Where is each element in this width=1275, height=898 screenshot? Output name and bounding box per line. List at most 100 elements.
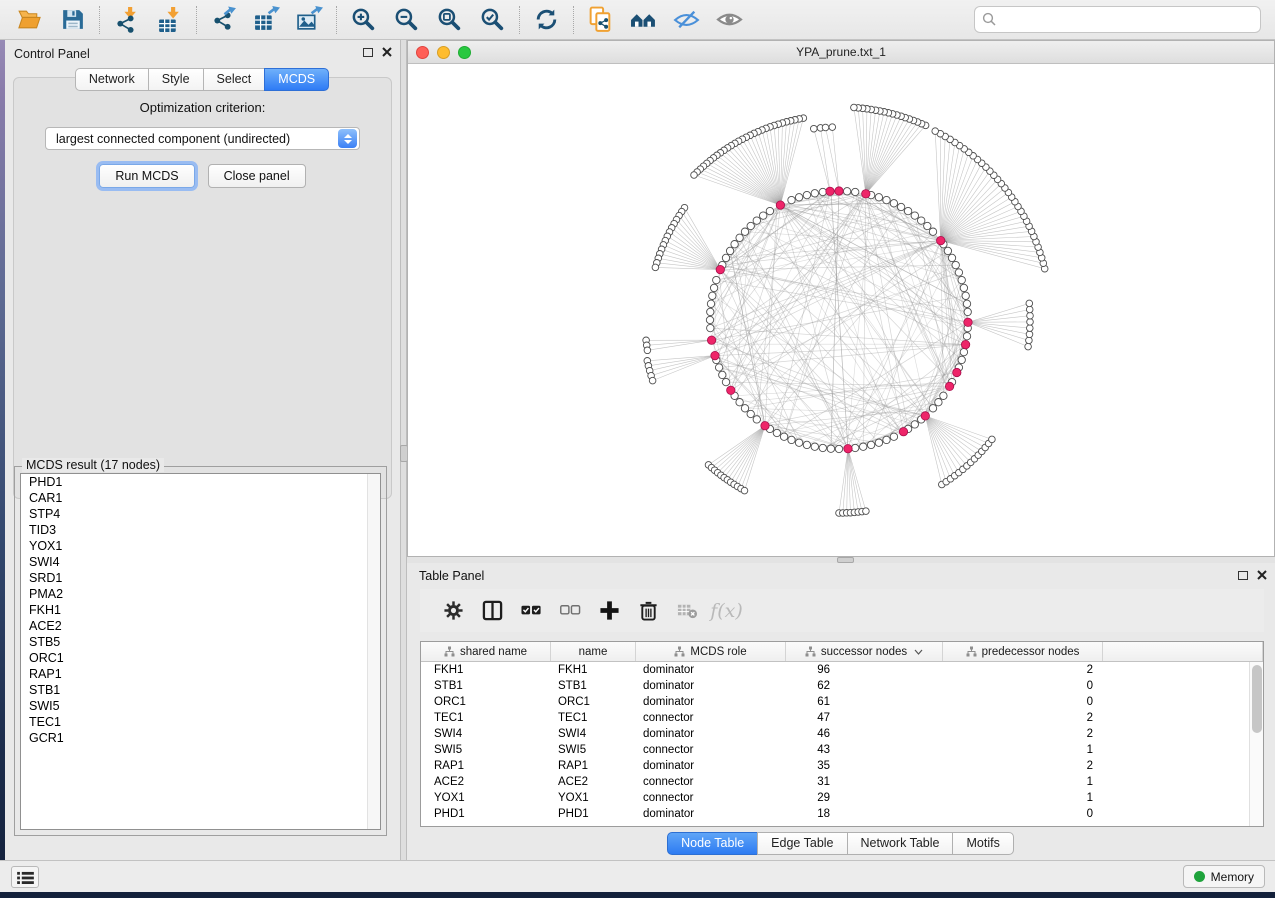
graph-node[interactable] — [962, 292, 969, 299]
graph-node[interactable] — [716, 265, 724, 273]
zoom-fit-button[interactable] — [428, 3, 471, 37]
graph-node[interactable] — [883, 436, 890, 443]
graph-node[interactable] — [961, 340, 969, 348]
run-mcds-button[interactable]: Run MCDS — [99, 164, 194, 188]
zoom-in-button[interactable] — [342, 3, 385, 37]
import-table-button[interactable] — [148, 3, 191, 37]
column-header-name[interactable]: name — [551, 642, 636, 661]
network-graph[interactable] — [408, 64, 1275, 557]
graph-node[interactable] — [731, 241, 738, 248]
delete-column-button[interactable] — [629, 596, 668, 626]
graph-node[interactable] — [707, 324, 714, 331]
save-session-button[interactable] — [51, 3, 94, 37]
graph-node[interactable] — [711, 351, 719, 359]
graph-node[interactable] — [1026, 337, 1033, 344]
graph-node[interactable] — [709, 292, 716, 299]
deselect-all-rows-button[interactable] — [551, 596, 590, 626]
graph-node[interactable] — [753, 217, 760, 224]
graph-node[interactable] — [989, 436, 996, 443]
tab-network[interactable]: Network — [75, 68, 149, 91]
graph-node[interactable] — [867, 441, 874, 448]
table-row[interactable]: SWI5SWI5connector431 — [421, 742, 1249, 758]
float-panel-icon[interactable] — [363, 48, 373, 57]
search-input[interactable] — [974, 6, 1261, 33]
graph-node[interactable] — [795, 194, 802, 201]
graph-node[interactable] — [1027, 325, 1034, 332]
graph-node[interactable] — [722, 378, 729, 385]
graph-node[interactable] — [835, 445, 842, 452]
mcds-result-item[interactable]: PMA2 — [21, 586, 380, 602]
graph-node[interactable] — [929, 228, 936, 235]
tab-style[interactable]: Style — [148, 68, 204, 91]
graph-node[interactable] — [958, 356, 965, 363]
mcds-result-item[interactable]: STP4 — [21, 506, 380, 522]
graph-node[interactable] — [852, 444, 859, 451]
mcds-result-item[interactable]: CAR1 — [21, 490, 380, 506]
graph-node[interactable] — [715, 364, 722, 371]
graph-node[interactable] — [776, 201, 784, 209]
graph-node[interactable] — [753, 416, 760, 423]
tab-mcds[interactable]: MCDS — [264, 68, 329, 91]
graph-node[interactable] — [924, 222, 931, 229]
graph-node[interactable] — [707, 336, 715, 344]
graph-node[interactable] — [860, 443, 867, 450]
graph-node[interactable] — [691, 172, 698, 179]
zoom-selected-button[interactable] — [471, 3, 514, 37]
graph-node[interactable] — [940, 392, 947, 399]
graph-node[interactable] — [736, 234, 743, 241]
memory-button[interactable]: Memory — [1183, 865, 1265, 888]
graph-node[interactable] — [897, 203, 904, 210]
import-network-button[interactable] — [105, 3, 148, 37]
graph-node[interactable] — [788, 196, 795, 203]
column-header-MCDS-role[interactable]: MCDS role — [636, 642, 786, 661]
table-options-button[interactable] — [434, 596, 473, 626]
graph-node[interactable] — [773, 429, 780, 436]
graph-node[interactable] — [722, 254, 729, 261]
table-row[interactable]: ACE2ACE2connector311 — [421, 774, 1249, 790]
graph-node[interactable] — [964, 308, 971, 315]
graph-node[interactable] — [835, 187, 843, 195]
show-column-panel-button[interactable] — [473, 596, 512, 626]
graph-node[interactable] — [747, 410, 754, 417]
column-header-shared-name[interactable]: shared name — [421, 642, 551, 661]
graph-node[interactable] — [843, 188, 850, 195]
graph-node[interactable] — [1026, 300, 1033, 307]
graph-node[interactable] — [706, 316, 713, 323]
float-panel-icon[interactable] — [1238, 571, 1248, 580]
graph-node[interactable] — [649, 377, 656, 384]
graph-node[interactable] — [741, 405, 748, 412]
tab-node-table[interactable]: Node Table — [667, 832, 758, 855]
graph-node[interactable] — [935, 399, 942, 406]
graph-node[interactable] — [960, 284, 967, 291]
graph-node[interactable] — [932, 128, 939, 135]
table-row[interactable]: PHD1PHD1dominator180 — [421, 806, 1249, 822]
vertical-splitter[interactable] — [400, 40, 407, 860]
graph-node[interactable] — [953, 368, 961, 376]
graph-node[interactable] — [822, 124, 829, 131]
graph-node[interactable] — [904, 207, 911, 214]
graph-node[interactable] — [803, 191, 810, 198]
graph-node[interactable] — [945, 382, 953, 390]
close-panel-icon[interactable] — [1257, 570, 1267, 580]
graph-node[interactable] — [918, 217, 925, 224]
graph-node[interactable] — [741, 487, 748, 494]
optimization-criterion-select[interactable]: largest connected component (undirected) — [45, 127, 360, 150]
mcds-result-item[interactable]: YOX1 — [21, 538, 380, 554]
open-file-button[interactable] — [8, 3, 51, 37]
graph-node[interactable] — [760, 212, 767, 219]
graph-node[interactable] — [811, 125, 818, 132]
graph-node[interactable] — [761, 422, 769, 430]
graph-node[interactable] — [852, 188, 859, 195]
close-window-button[interactable] — [416, 46, 429, 59]
tab-motifs[interactable]: Motifs — [952, 832, 1013, 855]
table-row[interactable]: ORC1ORC1dominator610 — [421, 694, 1249, 710]
graph-node[interactable] — [1027, 319, 1034, 326]
graph-node[interactable] — [890, 433, 897, 440]
mcds-result-item[interactable]: TEC1 — [21, 714, 380, 730]
graph-node[interactable] — [890, 200, 897, 207]
mcds-result-item[interactable]: STB1 — [21, 682, 380, 698]
tab-network-table[interactable]: Network Table — [847, 832, 954, 855]
list-scrollbar-track[interactable] — [367, 474, 380, 829]
table-row[interactable]: SWI4SWI4dominator462 — [421, 726, 1249, 742]
graph-node[interactable] — [727, 386, 735, 394]
